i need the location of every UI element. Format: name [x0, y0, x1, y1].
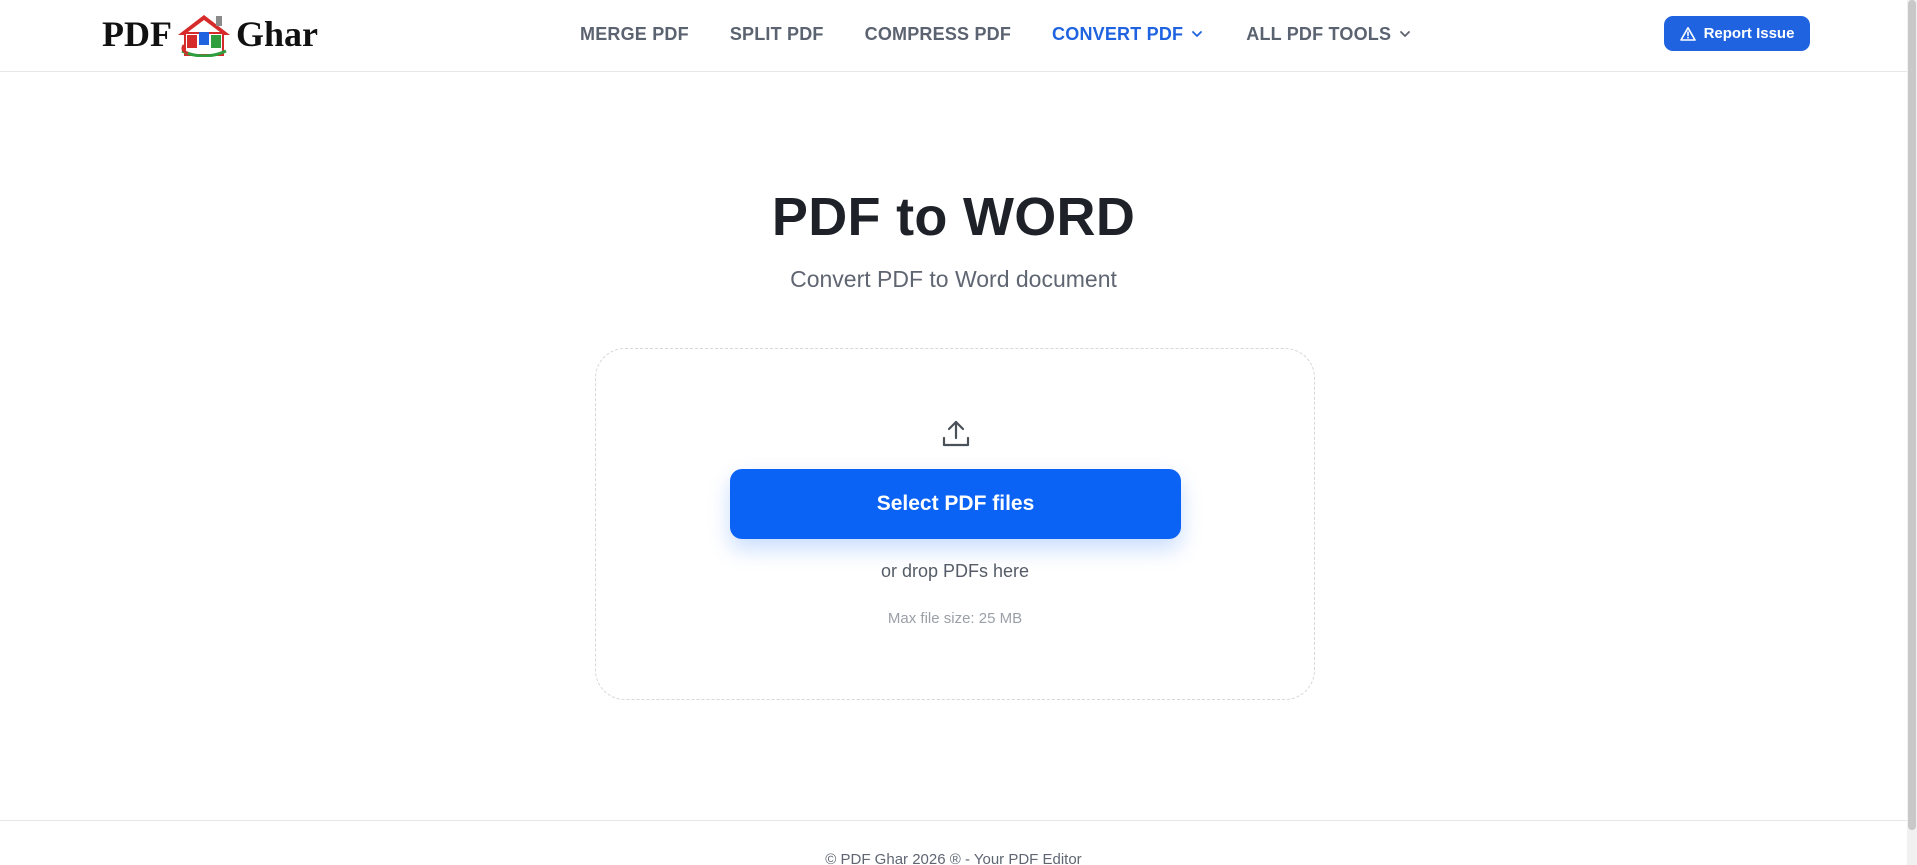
- footer-copyright: © PDF Ghar 2026 ® - Your PDF Editor: [825, 851, 1082, 865]
- scrollbar-thumb[interactable]: [1908, 0, 1916, 830]
- nav-compress-pdf[interactable]: COMPRESS PDF: [865, 24, 1011, 45]
- site-header: PDF Ghar MERGE PDF SPLIT PDF COMPRESS PD…: [0, 0, 1907, 72]
- warning-triangle-icon: [1679, 26, 1696, 41]
- nav-split-pdf[interactable]: SPLIT PDF: [730, 24, 824, 45]
- report-issue-label: Report Issue: [1703, 25, 1795, 42]
- page-subtitle: Convert PDF to Word document: [790, 266, 1117, 292]
- select-pdf-files-label: Select PDF files: [876, 492, 1035, 515]
- main-nav: MERGE PDF SPLIT PDF COMPRESS PDF CONVERT…: [580, 0, 1411, 68]
- report-issue-button[interactable]: Report Issue: [1664, 16, 1810, 51]
- nav-all-pdf-tools-label: ALL PDF TOOLS: [1246, 23, 1392, 44]
- nav-merge-pdf[interactable]: MERGE PDF: [580, 24, 689, 45]
- site-logo[interactable]: PDF Ghar: [102, 12, 318, 57]
- nav-convert-pdf[interactable]: CONVERT PDF: [1052, 24, 1203, 45]
- nav-merge-pdf-label: MERGE PDF: [580, 23, 689, 44]
- max-file-size-text: Max file size: 25 MB: [887, 610, 1023, 627]
- nav-split-pdf-label: SPLIT PDF: [729, 23, 824, 44]
- site-footer: © PDF Ghar 2026 ® - Your PDF Editor: [0, 820, 1907, 865]
- nav-all-pdf-tools[interactable]: ALL PDF TOOLS: [1246, 24, 1411, 45]
- logo-text-right: Ghar: [235, 14, 318, 54]
- file-dropzone[interactable]: Select PDF files or drop PDFs here Max f…: [595, 348, 1315, 700]
- select-pdf-files-button[interactable]: Select PDF files: [730, 469, 1181, 539]
- page-title: PDF to WORD: [771, 187, 1136, 247]
- chevron-down-icon: [1192, 31, 1203, 37]
- upload-icon: [942, 420, 970, 447]
- house-logo-icon: [177, 15, 230, 57]
- nav-compress-pdf-label: COMPRESS PDF: [864, 23, 1012, 44]
- nav-convert-pdf-label: CONVERT PDF: [1052, 23, 1184, 44]
- drop-hint-text: or drop PDFs here: [880, 561, 1030, 581]
- chevron-down-icon: [1400, 31, 1411, 37]
- page-scrollbar[interactable]: [1907, 0, 1917, 865]
- logo-text-left: PDF: [102, 14, 172, 54]
